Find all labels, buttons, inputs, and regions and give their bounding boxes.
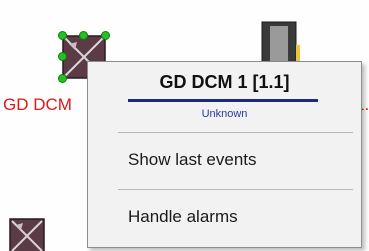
selection-handle[interactable] bbox=[58, 31, 67, 40]
menu-item-label: Show last events bbox=[128, 150, 257, 169]
context-menu: GD DCM 1 [1.1] Unknown Show last events … bbox=[87, 61, 362, 248]
menu-item-show-last-events[interactable]: Show last events bbox=[90, 145, 359, 175]
selection-handle[interactable] bbox=[58, 74, 67, 83]
device-crossed-icon[interactable] bbox=[8, 215, 48, 251]
selection-handle[interactable] bbox=[101, 31, 110, 40]
selection-handle[interactable] bbox=[58, 52, 67, 61]
background-slider bbox=[261, 21, 300, 65]
title-underline bbox=[128, 99, 318, 102]
status-text: Unknown bbox=[201, 108, 248, 120]
device-label: GD DCM bbox=[3, 95, 72, 114]
selection-handle[interactable] bbox=[79, 31, 88, 40]
menu-item-label: Handle alarms bbox=[128, 207, 238, 226]
menu-separator bbox=[118, 132, 353, 133]
menu-item-handle-alarms[interactable]: Handle alarms bbox=[90, 202, 359, 232]
menu-title: GD DCM 1 [1.1] bbox=[159, 72, 290, 92]
menu-separator bbox=[118, 189, 353, 190]
